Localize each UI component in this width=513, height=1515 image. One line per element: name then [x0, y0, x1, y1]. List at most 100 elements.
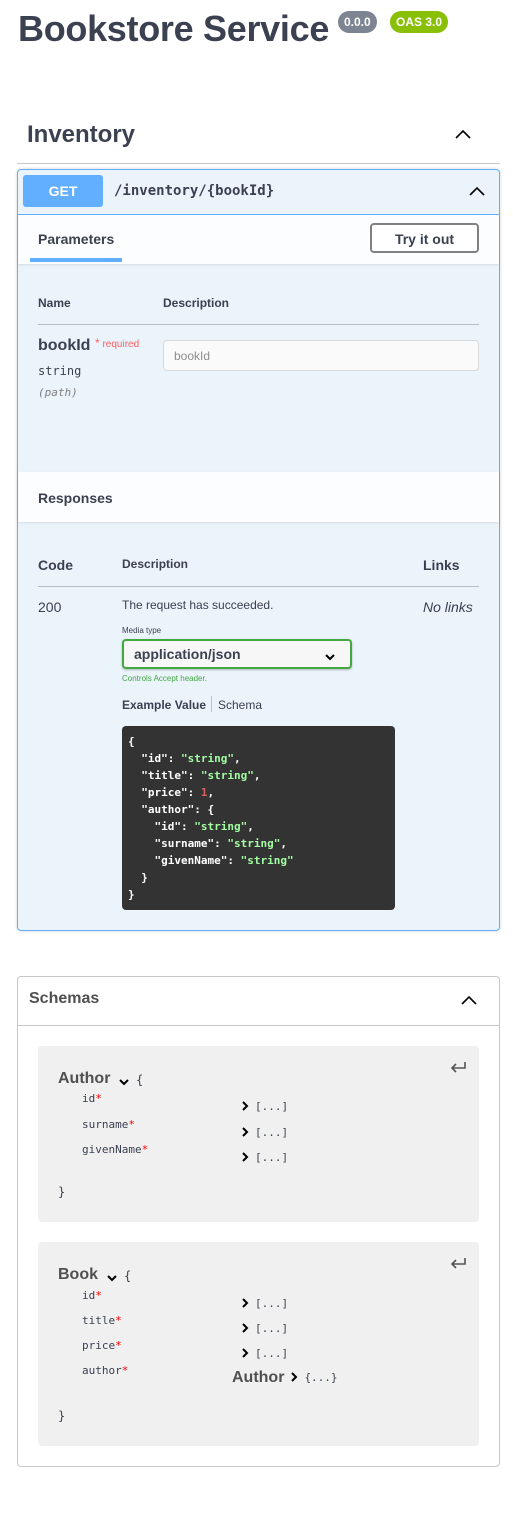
- divider: [38, 324, 479, 325]
- schemas-header[interactable]: Schemas: [18, 977, 499, 1026]
- code-punct: ,: [253, 769, 261, 782]
- code-string: "string": [227, 837, 281, 850]
- code-punct: "price":: [128, 786, 201, 799]
- property-value[interactable]: [...]: [241, 1100, 288, 1114]
- tag-section-inventory[interactable]: Inventory: [17, 108, 500, 164]
- chevron-down-icon[interactable]: [118, 1074, 130, 1092]
- response-code: 200: [38, 599, 62, 615]
- code-punct: "id":: [128, 820, 195, 833]
- tag-title: Inventory: [27, 121, 136, 148]
- code-punct: "givenName":: [128, 854, 241, 867]
- chevron-right-icon: [290, 1371, 298, 1385]
- chevron-right-icon: [241, 1151, 249, 1165]
- code-punct: ,: [233, 752, 241, 765]
- code-punct: "author": {: [128, 803, 215, 816]
- column-header-description: Description: [163, 296, 230, 310]
- code-punct: }: [128, 871, 148, 884]
- tab-parameters[interactable]: Parameters: [38, 231, 114, 247]
- oas-badge: OAS 3.0: [390, 11, 449, 33]
- required-label: required: [102, 339, 140, 350]
- return-icon[interactable]: [449, 1060, 467, 1079]
- open-brace: {: [136, 1073, 144, 1087]
- media-type-note: Controls Accept header.: [122, 674, 207, 683]
- code-punct: "surname":: [128, 837, 228, 850]
- close-brace: }: [58, 1185, 66, 1199]
- column-header-code: Code: [38, 557, 73, 573]
- column-header-name: Name: [38, 296, 71, 310]
- property-value[interactable]: [...]: [241, 1151, 288, 1165]
- model-title[interactable]: Author: [58, 1070, 110, 1088]
- code-punct: ,: [247, 820, 254, 833]
- response-links: No links: [423, 599, 473, 615]
- close-brace: }: [58, 1409, 66, 1423]
- property-name: price*: [82, 1339, 122, 1352]
- responses-header: Responses: [18, 472, 499, 522]
- model-author: Author { id* [...] surname* [...] givenN…: [38, 1046, 479, 1222]
- model-title[interactable]: Book: [58, 1266, 98, 1284]
- bookid-input[interactable]: [163, 340, 479, 371]
- open-brace: {: [124, 1269, 132, 1283]
- media-type-value: application/json: [134, 646, 241, 662]
- parameters-header: Parameters Try it out: [18, 215, 499, 264]
- chevron-right-icon: [241, 1322, 249, 1336]
- property-value[interactable]: [...]: [241, 1322, 288, 1336]
- property-name: author*: [82, 1364, 129, 1377]
- required-star: *: [95, 336, 100, 350]
- schemas-title: Schemas: [29, 990, 100, 1007]
- code-punct: }: [128, 888, 135, 901]
- divider: [38, 586, 479, 587]
- model-book: Book { id* [...] title* [...] price* [..…: [38, 1242, 479, 1446]
- ref-model-title: Author: [232, 1369, 285, 1386]
- property-name: id*: [82, 1092, 102, 1105]
- tab-separator: [211, 696, 212, 712]
- return-icon[interactable]: [449, 1256, 467, 1275]
- chevron-down-icon[interactable]: [106, 1270, 118, 1288]
- property-value[interactable]: [...]: [241, 1126, 288, 1140]
- chevron-down-icon: [324, 649, 336, 667]
- version-badge: 0.0.0: [338, 11, 377, 33]
- operation-get-inventory: GET /inventory/{bookId} Parameters Try i…: [17, 169, 500, 931]
- chevron-right-icon: [241, 1297, 249, 1311]
- schemas-section: Schemas Author { id* [...] surname* [...…: [17, 976, 500, 1467]
- property-value-ref[interactable]: Author {...}: [232, 1369, 338, 1387]
- code-punct: {: [128, 735, 135, 748]
- chevron-up-icon[interactable]: [459, 991, 479, 1011]
- chevron-right-icon: [241, 1100, 249, 1114]
- property-name: title*: [82, 1314, 122, 1327]
- tab-active-indicator: [30, 258, 122, 262]
- code-string: "string": [200, 769, 254, 782]
- try-it-out-button[interactable]: Try it out: [370, 223, 479, 253]
- property-name: surname*: [82, 1118, 135, 1131]
- chevron-up-icon[interactable]: [467, 182, 487, 202]
- column-header-description: Description: [122, 557, 189, 571]
- chevron-up-icon[interactable]: [453, 125, 473, 145]
- param-name: bookId: [38, 337, 91, 354]
- property-value[interactable]: [...]: [241, 1347, 288, 1361]
- param-type: string: [38, 364, 82, 378]
- responses-title: Responses: [38, 490, 113, 506]
- tab-example-value[interactable]: Example Value: [122, 698, 206, 712]
- column-header-links: Links: [423, 557, 460, 573]
- code-punct: "title":: [128, 769, 201, 782]
- param-required: * required: [95, 336, 139, 350]
- response-description: The request has succeeded.: [122, 598, 274, 612]
- chevron-right-icon: [241, 1126, 249, 1140]
- media-type-select[interactable]: application/json: [122, 639, 352, 669]
- code-punct: ,: [207, 786, 215, 799]
- tab-schema[interactable]: Schema: [218, 698, 262, 712]
- property-name: givenName*: [82, 1143, 149, 1156]
- example-value-code: { "id": "string", "title": "string", "pr…: [122, 726, 395, 910]
- media-type-label: Media type: [122, 626, 162, 635]
- property-value[interactable]: [...]: [241, 1297, 288, 1311]
- code-string: "string": [180, 752, 234, 765]
- code-string: "string": [240, 854, 294, 867]
- property-name: id*: [82, 1289, 102, 1302]
- api-title: Bookstore Service: [18, 8, 330, 49]
- chevron-right-icon: [241, 1347, 249, 1361]
- code-punct: "id":: [128, 752, 181, 765]
- code-string: "string": [194, 820, 248, 833]
- code-punct: ,: [280, 837, 287, 850]
- operation-path: /inventory/{bookId}: [114, 183, 275, 199]
- method-badge: GET: [23, 175, 103, 207]
- operation-summary[interactable]: GET /inventory/{bookId}: [18, 170, 499, 215]
